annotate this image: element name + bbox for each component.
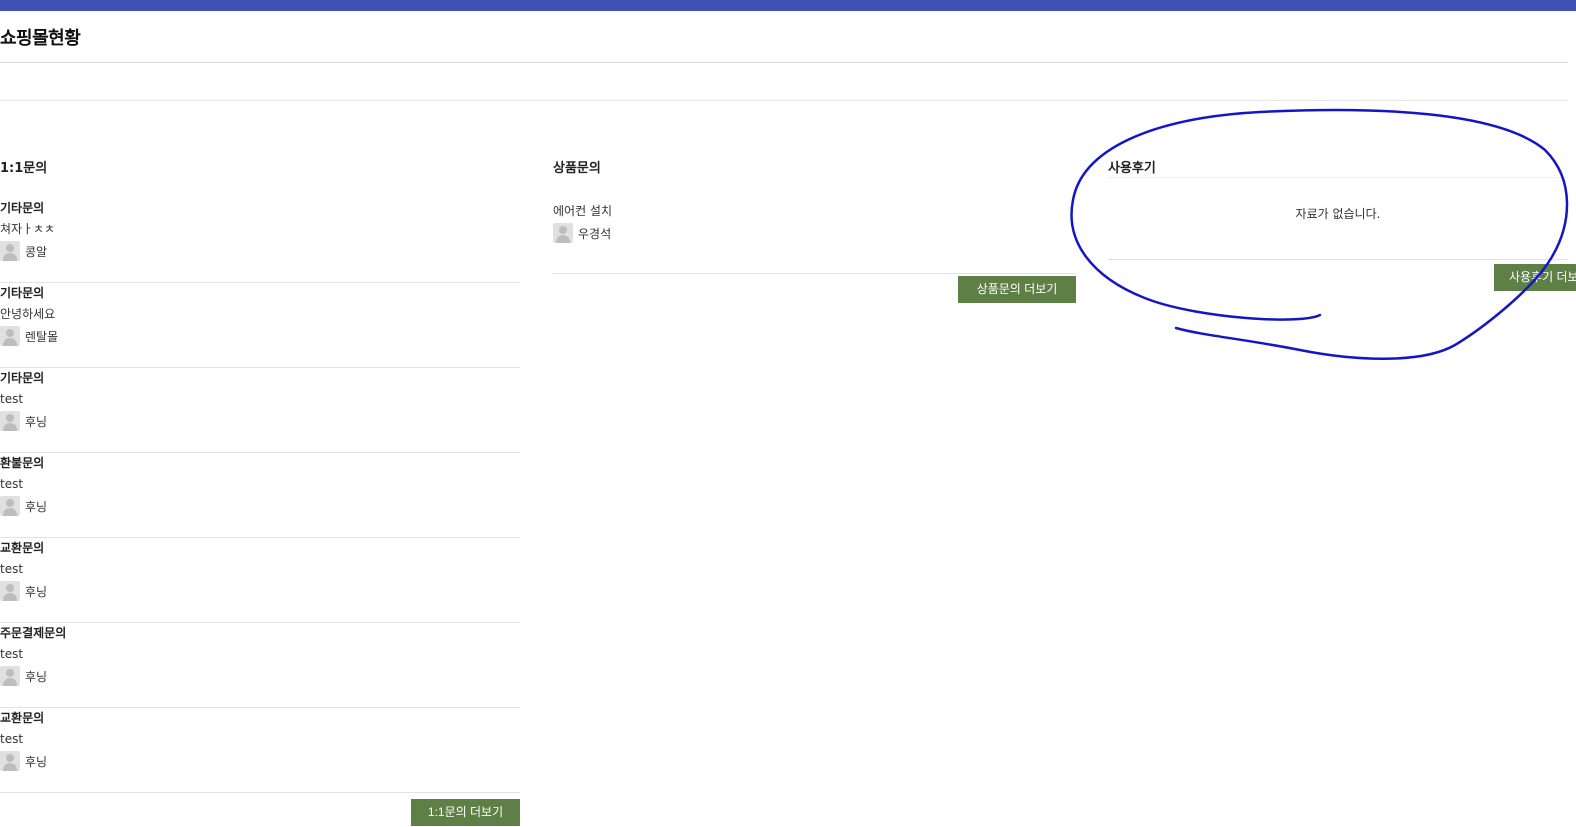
qna-subject[interactable]: test (0, 474, 520, 495)
product-qna-author: 우경석 (553, 222, 1076, 244)
qna-author: 후닝 (0, 665, 520, 687)
review-more-button[interactable]: 사용후기 더보기 (1494, 264, 1576, 291)
qna-item[interactable]: 교환문의 test 후닝 (0, 708, 520, 793)
qna-item[interactable]: 기타문의 test 후닝 (0, 368, 520, 453)
author-name: 콩알 (25, 244, 48, 259)
qna-subject[interactable]: test (0, 729, 520, 750)
author-name: 렌탈몰 (25, 329, 59, 344)
qna-category: 환불문의 (0, 456, 45, 470)
qna-author: 후닝 (0, 495, 520, 517)
avatar-icon (0, 411, 20, 431)
qna-title: 1:1문의 (0, 161, 48, 176)
qna-category: 기타문의 (0, 286, 45, 300)
qna-item[interactable]: 주문결제문의 test 후닝 (0, 623, 520, 708)
qna-author: 후닝 (0, 580, 520, 602)
qna-author: 렌탈몰 (0, 325, 520, 347)
page-title: 쇼핑몰현황 (0, 28, 81, 49)
qna-item[interactable]: 기타문의 쳐자ㅏㅊㅊ 콩알 (0, 198, 520, 283)
product-qna-section: 상품문의 에어컨 설치 우경석 (553, 160, 1076, 274)
avatar-icon (0, 326, 20, 346)
qna-more-button[interactable]: 1:1문의 더보기 (411, 799, 520, 826)
author-name: 우경석 (578, 226, 612, 241)
qna-author: 후닝 (0, 750, 520, 772)
divider (0, 62, 1568, 63)
qna-category: 교환문의 (0, 711, 45, 725)
avatar-icon (553, 223, 573, 243)
qna-item[interactable]: 기타문의 안녕하세요 렌탈몰 (0, 283, 520, 368)
author-name: 후닝 (25, 669, 48, 684)
qna-category: 기타문의 (0, 371, 45, 385)
qna-list: 기타문의 쳐자ㅏㅊㅊ 콩알 기타문의 안녕하세요 렌탈몰 기타문의 test 후… (0, 198, 520, 793)
qna-subject[interactable]: test (0, 389, 520, 410)
divider (0, 100, 1568, 101)
qna-subject[interactable]: test (0, 644, 520, 665)
author-name: 후닝 (25, 414, 48, 429)
qna-category: 교환문의 (0, 541, 45, 555)
review-section: 사용후기 자료가 없습니다. (1108, 160, 1568, 260)
avatar-icon (0, 581, 20, 601)
top-bar (0, 0, 1576, 11)
qna-subject[interactable]: 쳐자ㅏㅊㅊ (0, 219, 520, 240)
product-qna-subject[interactable]: 에어컨 설치 (553, 200, 1076, 222)
author-name: 후닝 (25, 754, 48, 769)
author-name: 후닝 (25, 584, 48, 599)
product-qna-more-button[interactable]: 상품문의 더보기 (958, 276, 1076, 303)
qna-section: 1:1문의 기타문의 쳐자ㅏㅊㅊ 콩알 기타문의 안녕하세요 렌탈몰 기타문의 … (0, 160, 520, 793)
qna-subject[interactable]: 안녕하세요 (0, 304, 520, 325)
qna-category: 주문결제문의 (0, 626, 67, 640)
qna-author: 콩알 (0, 240, 520, 262)
avatar-icon (0, 496, 20, 516)
product-qna-item[interactable]: 에어컨 설치 우경석 (553, 200, 1076, 274)
avatar-icon (0, 666, 20, 686)
avatar-icon (0, 751, 20, 771)
avatar-icon (0, 241, 20, 261)
qna-category: 기타문의 (0, 201, 45, 215)
product-qna-title: 상품문의 (553, 161, 601, 176)
qna-item[interactable]: 교환문의 test 후닝 (0, 538, 520, 623)
review-empty-message: 자료가 없습니다. (1108, 196, 1568, 260)
author-name: 후닝 (25, 499, 48, 514)
qna-subject[interactable]: test (0, 559, 520, 580)
qna-author: 후닝 (0, 410, 520, 432)
review-title: 사용후기 (1108, 160, 1568, 178)
qna-item[interactable]: 환불문의 test 후닝 (0, 453, 520, 538)
